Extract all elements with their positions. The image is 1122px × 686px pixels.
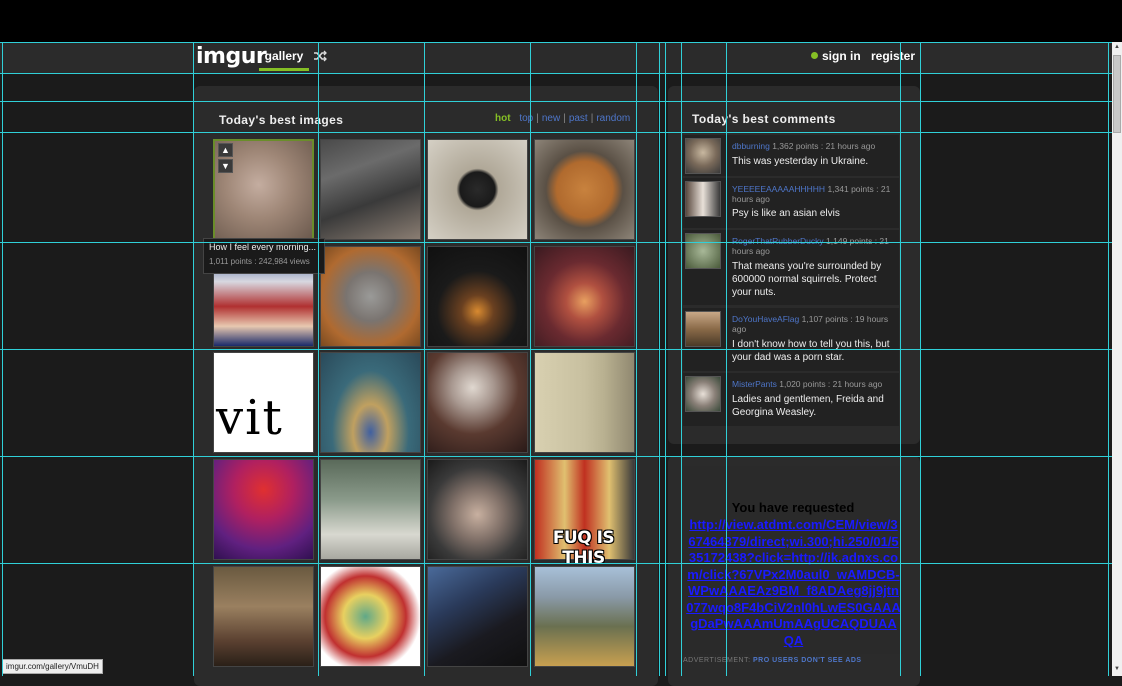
comment-text: That means you're surrounded by 600000 n… [732, 261, 882, 298]
guide-line [681, 42, 682, 676]
comment-text: Ladies and gentlemen, Freida and Georgin… [732, 394, 884, 418]
comment-thumb[interactable] [685, 311, 721, 347]
gallery-thumb[interactable] [320, 352, 421, 453]
gallery-thumb[interactable] [320, 459, 421, 560]
comment-user[interactable]: DoYouHaveAFlag [732, 314, 799, 324]
comment-user[interactable]: dbburning [732, 141, 770, 151]
tooltip-title: How I feel every morning... [209, 242, 317, 252]
comment-thumb[interactable] [685, 138, 721, 174]
site-header [0, 42, 1112, 74]
comment-item[interactable]: YEEEEEAAAAAHHHHH 1,341 points : 21 hours… [683, 178, 899, 228]
guide-line [0, 563, 1112, 564]
comments-title: Today's best comments [692, 112, 836, 126]
guide-line [659, 42, 660, 676]
comment-item[interactable]: MisterPants 1,020 points : 21 hours ago … [683, 373, 899, 426]
register-link[interactable]: register [871, 49, 915, 63]
ad-note: ADVERTISEMENT: PRO USERS DON'T SEE ADS [683, 657, 862, 664]
guide-line [2, 42, 3, 676]
gallery-thumb[interactable] [213, 566, 314, 667]
guide-line [665, 42, 666, 676]
gallery-thumb[interactable] [534, 352, 635, 453]
nav-gallery-tab[interactable]: gallery [259, 42, 309, 71]
gallery-thumb[interactable] [427, 246, 528, 347]
guide-line [318, 42, 319, 676]
shuffle-icon[interactable] [313, 48, 327, 64]
downvote-icon[interactable]: ▼ [218, 159, 233, 173]
image-tooltip: How I feel every morning... 1,011 points… [203, 238, 325, 274]
upvote-icon[interactable]: ▲ [218, 143, 233, 157]
gallery-thumb[interactable] [427, 459, 528, 560]
scroll-down-arrow-icon[interactable]: ▼ [1112, 664, 1122, 674]
scrollbar-thumb[interactable] [1113, 55, 1121, 133]
gallery-thumb[interactable] [427, 352, 528, 453]
comment-text: Psy is like an asian elvis [732, 208, 840, 219]
gallery-thumb[interactable] [320, 139, 421, 240]
sort-top[interactable]: top [519, 113, 533, 124]
online-dot-icon [811, 52, 818, 59]
comment-meta: 1,362 points : 21 hours ago [772, 141, 876, 151]
comment-user[interactable]: YEEEEEAAAAAHHHHH [732, 184, 825, 194]
gallery-thumb[interactable] [427, 566, 528, 667]
guide-line [900, 42, 901, 676]
tooltip-stats: 1,011 points : 242,984 views [209, 257, 310, 266]
comment-text: I don't know how to tell you this, but y… [732, 339, 890, 363]
advertisement[interactable]: You have requested http://view.atdmt.com… [683, 466, 903, 654]
sort-past[interactable]: past [569, 113, 588, 124]
gallery-title: Today's best images [219, 113, 344, 127]
meme-caption: FUQ IS THIS [552, 528, 615, 568]
browser-status-bar: imgur.com/gallery/VmuDH [2, 659, 103, 674]
comment-thumb[interactable] [685, 376, 721, 412]
guide-line [530, 42, 531, 676]
comment-item[interactable]: DoYouHaveAFlag 1,107 points : 19 hours a… [683, 308, 899, 371]
sign-in-label: sign in [822, 49, 861, 63]
gallery-thumb[interactable] [534, 566, 635, 667]
pro-users-link[interactable]: PRO USERS DON'T SEE ADS [753, 657, 862, 664]
guide-line [424, 42, 425, 676]
guide-line [0, 242, 1112, 243]
comment-text: This was yesterday in Ukraine. [732, 156, 869, 167]
sort-random[interactable]: random [596, 113, 630, 124]
gallery-thumb[interactable] [534, 246, 635, 347]
comment-thumb[interactable] [685, 233, 721, 269]
scroll-up-arrow-icon[interactable]: ▲ [1112, 42, 1122, 52]
imgur-logo[interactable]: imgur [196, 44, 267, 69]
sign-in-link[interactable]: sign in [811, 49, 861, 63]
guide-line [0, 132, 1112, 133]
comment-thumb[interactable] [685, 181, 721, 217]
comment-user[interactable]: RogerThatRubberDucky [732, 236, 824, 246]
guide-line [0, 101, 1112, 102]
gallery-thumb[interactable] [427, 139, 528, 240]
comment-meta: 1,020 points : 21 hours ago [779, 379, 883, 389]
page-scrollbar[interactable] [1112, 42, 1122, 676]
guide-line [726, 42, 727, 676]
guide-line [0, 349, 1112, 350]
gallery-thumb[interactable] [320, 246, 421, 347]
ad-note-label: ADVERTISEMENT: [683, 657, 751, 664]
guide-line [0, 73, 1112, 74]
comment-item[interactable]: dbburning 1,362 points : 21 hours ago Th… [683, 135, 899, 176]
sort-hot[interactable]: hot [495, 113, 511, 124]
ad-heading: You have requested [731, 500, 855, 515]
guide-line [0, 42, 1112, 43]
gallery-thumb[interactable] [213, 459, 314, 560]
guide-line [1108, 42, 1109, 676]
guide-line [636, 42, 637, 676]
guide-line [193, 42, 194, 676]
comment-user[interactable]: MisterPants [732, 379, 777, 389]
sort-new[interactable]: new [542, 113, 560, 124]
guide-line [920, 42, 921, 676]
gallery-thumb[interactable] [534, 139, 635, 240]
sort-options: hot top | new | past | random [495, 113, 631, 124]
gallery-thumb[interactable] [320, 566, 421, 667]
vit-image-text: vit [216, 390, 284, 446]
browser-chrome-top [0, 0, 1122, 42]
ad-link[interactable]: http://view.atdmt.com/CEM/view/367464379… [686, 517, 901, 649]
guide-line [0, 456, 1112, 457]
